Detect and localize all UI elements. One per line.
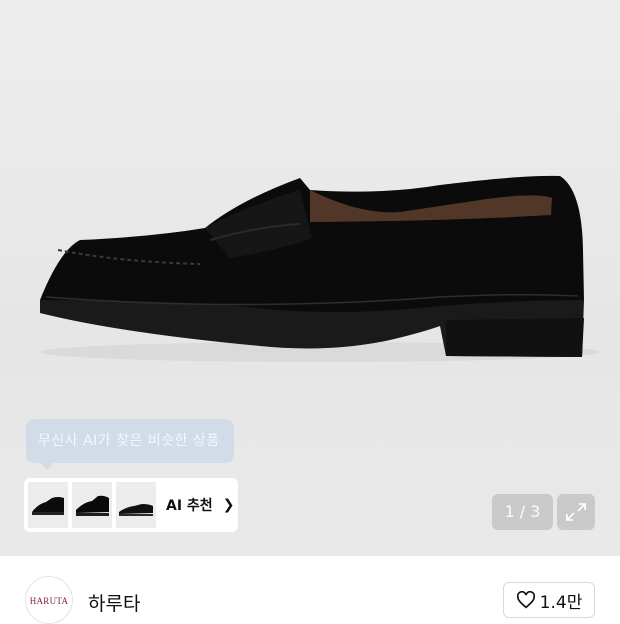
product-image-loafer — [40, 175, 600, 362]
image-pager-text: 1 / 3 — [504, 502, 541, 521]
brand-logo-text: HARUTA — [29, 596, 69, 606]
chevron-right-icon: ❯ — [222, 497, 235, 513]
brand-logo[interactable]: HARUTA — [25, 576, 73, 624]
heart-icon — [516, 591, 535, 609]
image-pager: 1 / 3 — [492, 494, 553, 530]
expand-icon — [566, 503, 586, 521]
expand-image-button[interactable] — [557, 494, 595, 530]
ai-similar-tooltip: 무신사 AI가 찾은 비슷한 상품 — [26, 419, 234, 470]
ai-thumb-3 — [116, 482, 156, 528]
ai-recommend-button[interactable]: AI 추천 ❯ — [24, 478, 238, 532]
ai-recommend-label: AI 추천 — [166, 498, 213, 514]
like-button[interactable]: 1.4만 — [503, 582, 595, 618]
ai-thumb-2 — [72, 482, 112, 528]
brand-name[interactable]: 하루타 — [88, 589, 140, 616]
like-count: 1.4만 — [539, 592, 583, 613]
ai-similar-tooltip-text: 무신사 AI가 찾은 비슷한 상품 — [38, 433, 220, 449]
ai-thumb-1 — [28, 482, 68, 528]
product-image-carousel[interactable]: 무신사 AI가 찾은 비슷한 상품 AI 추천 ❯ 1 / 3 — [0, 0, 620, 556]
